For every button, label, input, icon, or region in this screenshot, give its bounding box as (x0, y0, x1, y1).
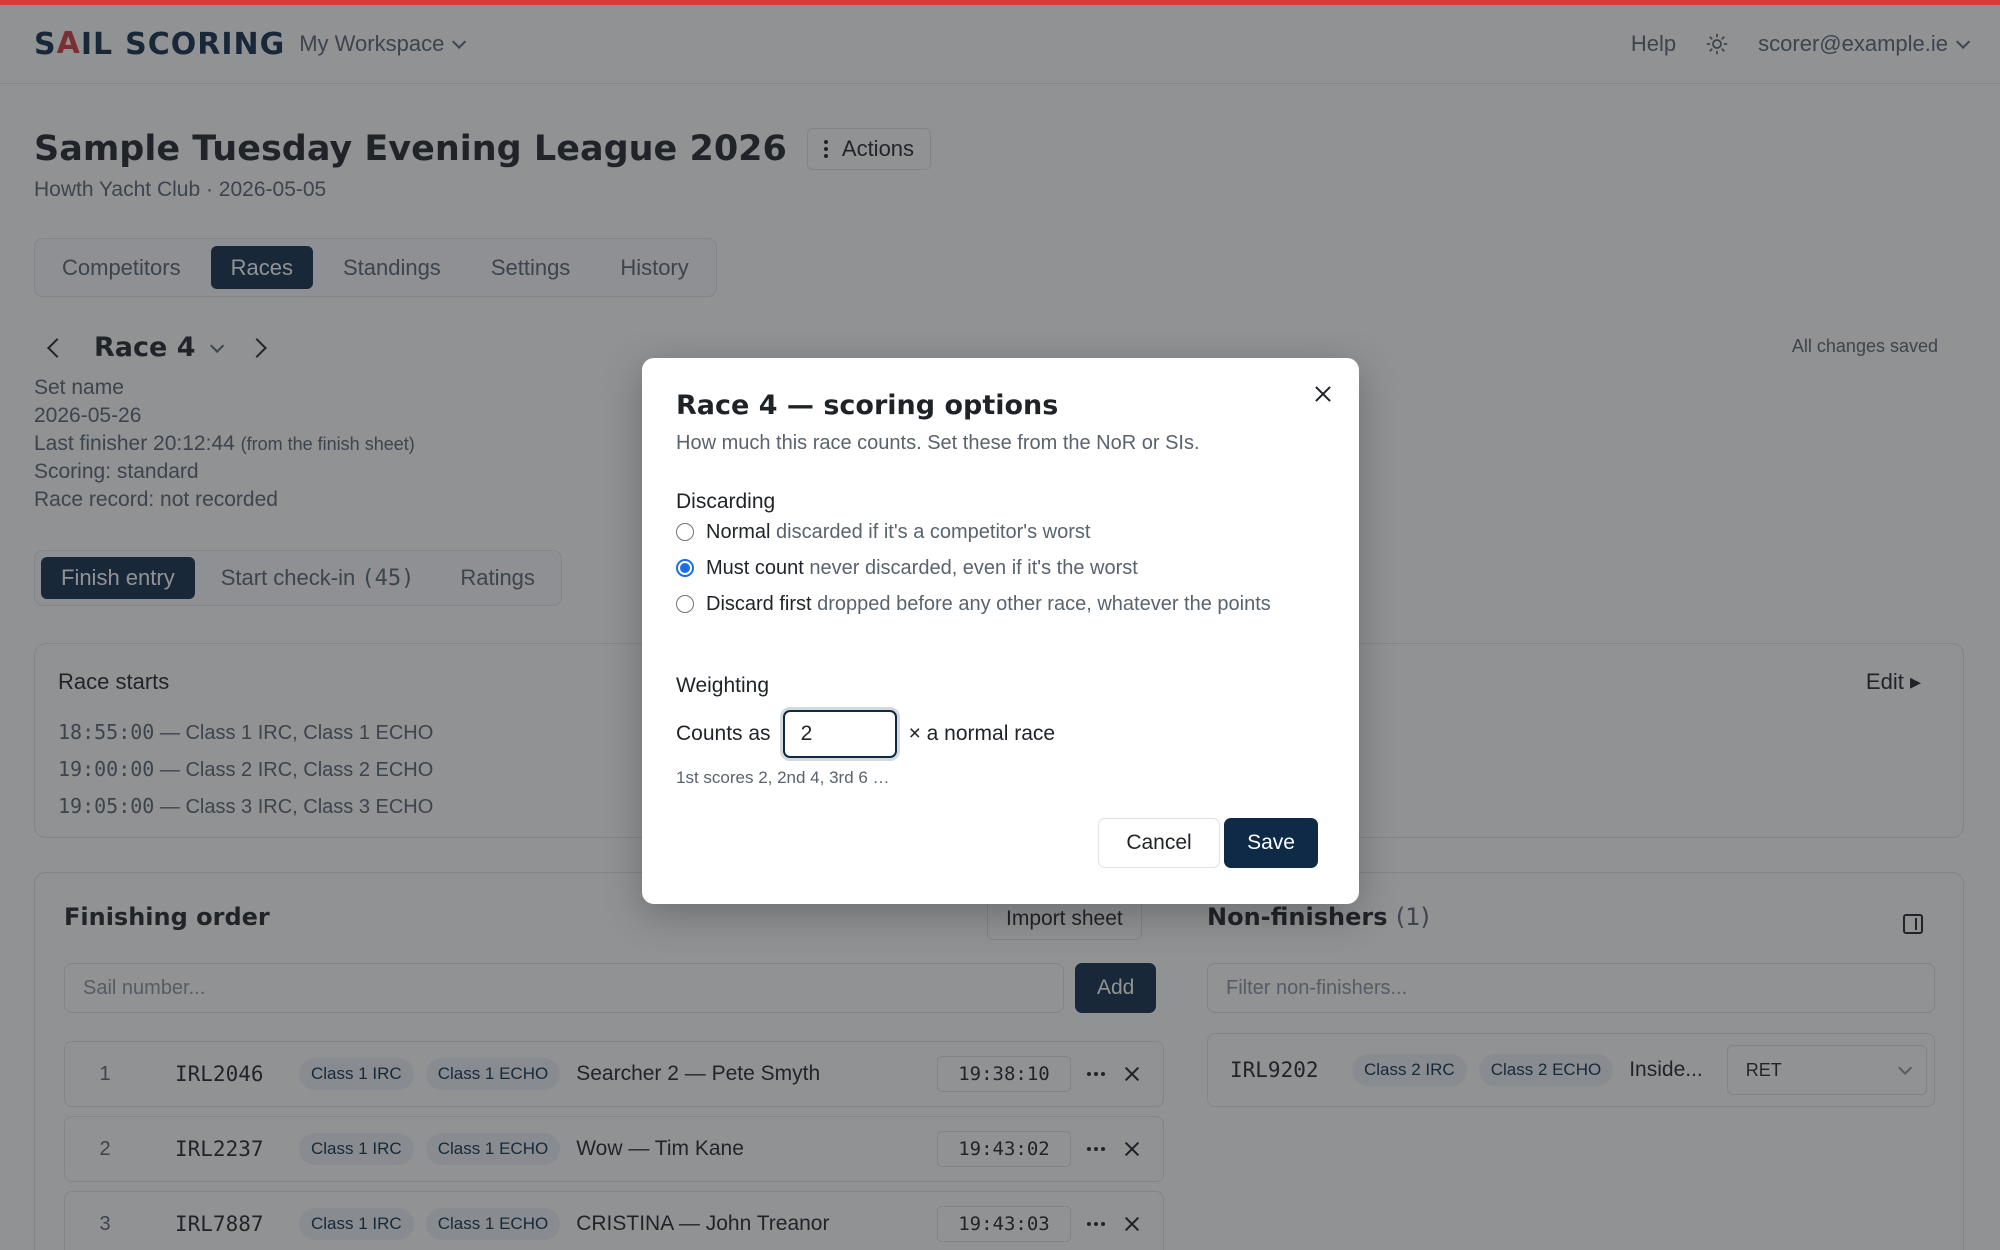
radio-must-count[interactable] (676, 559, 694, 577)
cancel-button[interactable]: Cancel (1098, 818, 1220, 868)
counts-as-label: Counts as (676, 722, 771, 745)
weight-input[interactable]: 2 (782, 710, 897, 758)
discard-option-discard-first[interactable]: Discard first dropped before any other r… (676, 590, 1296, 619)
discard-option-normal[interactable]: Normal discarded if it's a competitor's … (676, 518, 1316, 547)
radio-discard-first[interactable] (676, 595, 694, 613)
radio-normal[interactable] (676, 523, 694, 541)
weight-hint: 1st scores 2, 2nd 4, 3rd 6 … (676, 768, 890, 787)
weight-suffix: × a normal race (908, 722, 1056, 745)
scoring-options-dialog: Race 4 — scoring options How much this r… (642, 358, 1359, 904)
weighting-label: Weighting (676, 674, 770, 697)
top-accent-bar (0, 0, 2000, 5)
dialog-title: Race 4 — scoring options (676, 390, 1059, 421)
close-icon[interactable] (1314, 385, 1332, 403)
discard-option-must-count[interactable]: Must count never discarded, even if it's… (676, 554, 1316, 583)
dialog-subtitle: How much this race counts. Set these fro… (676, 432, 1200, 454)
weighting-row: Counts as 2 × a normal race (676, 710, 1055, 758)
save-button[interactable]: Save (1224, 818, 1318, 868)
discarding-label: Discarding (676, 490, 776, 513)
